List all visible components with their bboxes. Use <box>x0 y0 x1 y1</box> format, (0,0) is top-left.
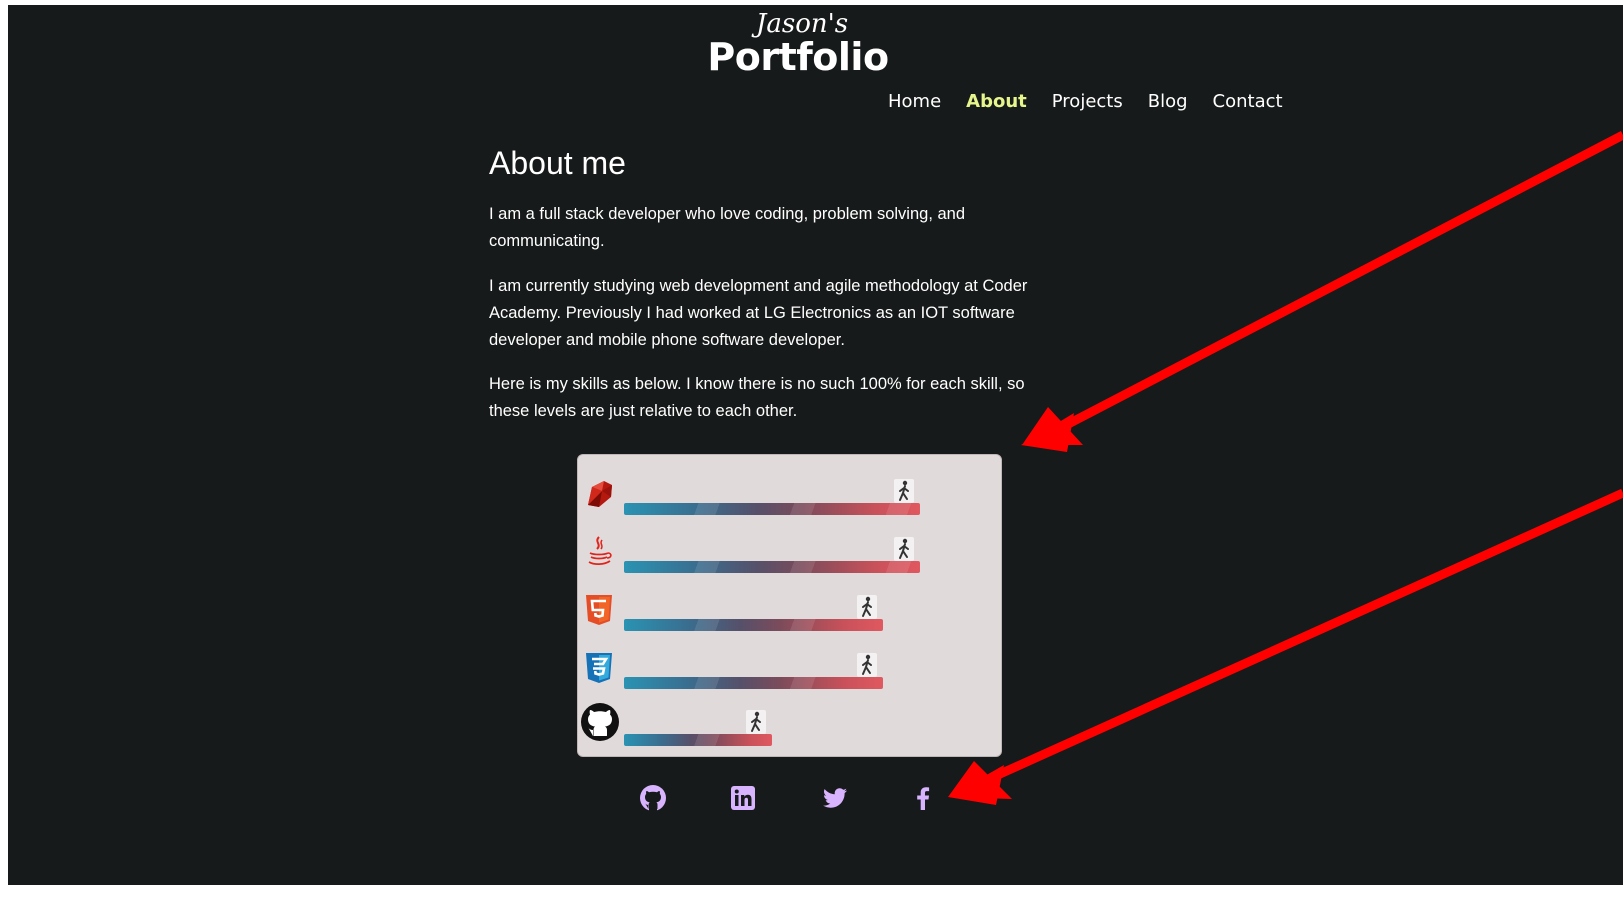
arrow-to-skills-panel <box>1021 131 1623 452</box>
arrow-to-social-links <box>948 488 1623 805</box>
page-frame: Jason's Portfolio Home About Projects Bl… <box>8 5 1623 885</box>
annotation-arrows <box>948 131 1623 805</box>
